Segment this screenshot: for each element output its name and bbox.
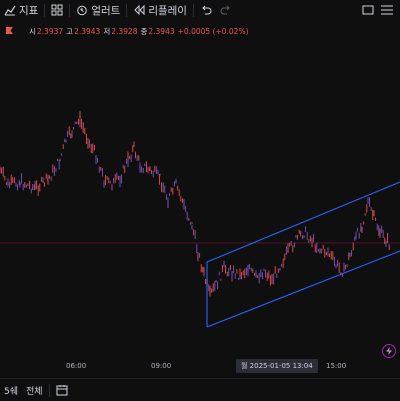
price-chart[interactable] bbox=[0, 40, 400, 358]
time-tick: 09:00 bbox=[151, 362, 172, 370]
channel-upper-line[interactable] bbox=[206, 181, 400, 263]
time-axis[interactable]: 06:00 09:00 15:00 bbox=[0, 358, 400, 376]
flag-icon[interactable] bbox=[4, 26, 14, 36]
redo-icon bbox=[220, 4, 232, 16]
layout-button[interactable] bbox=[47, 0, 67, 20]
alert-label: 얼러트 bbox=[91, 4, 121, 17]
toolbar-divider bbox=[69, 3, 71, 17]
time-tick: 06:00 bbox=[66, 362, 87, 370]
ohlc-legend: 시 2.3937 고 2.3943 저 2.3928 종 2.3943 +0.0005 … bbox=[0, 22, 249, 40]
low-label: 저 bbox=[103, 26, 111, 36]
bottom-bar: 5쉐 전체 bbox=[0, 378, 400, 401]
grid-icon bbox=[51, 4, 63, 16]
all-range-button[interactable]: 전체 bbox=[22, 384, 47, 397]
close-value: 2.3943 bbox=[148, 26, 175, 36]
redo-button[interactable] bbox=[216, 0, 236, 20]
replay-button[interactable]: 리플레이 bbox=[129, 0, 191, 20]
indicators-label: 지표 bbox=[19, 4, 39, 17]
alert-button[interactable]: 얼러트 bbox=[72, 0, 124, 20]
toolbar-divider bbox=[126, 3, 128, 17]
toolbar-divider bbox=[48, 383, 50, 397]
rewind-icon bbox=[133, 4, 145, 16]
time-tick: 15:00 bbox=[326, 362, 347, 370]
low-value: 2.3928 bbox=[111, 26, 138, 36]
menu-icon[interactable] bbox=[380, 4, 394, 16]
replay-label: 리플레이 bbox=[148, 4, 187, 17]
alarm-clock-icon bbox=[76, 4, 88, 16]
price-bars bbox=[0, 111, 390, 297]
rectangle-icon[interactable] bbox=[362, 4, 374, 16]
channel-lower-line[interactable] bbox=[206, 250, 400, 328]
lightning-icon[interactable] bbox=[382, 344, 396, 358]
right-tools bbox=[362, 0, 400, 20]
undo-button[interactable] bbox=[196, 0, 216, 20]
close-label: 종 bbox=[140, 26, 148, 36]
open-value: 2.3937 bbox=[36, 26, 64, 36]
indicators-icon bbox=[4, 4, 16, 16]
indicators-button[interactable]: 지표 bbox=[0, 0, 42, 20]
high-label: 고 bbox=[66, 26, 74, 36]
top-toolbar: 지표 얼러트 리플레이 bbox=[0, 0, 400, 20]
high-value: 2.3943 bbox=[74, 26, 101, 36]
toolbar-divider bbox=[192, 3, 194, 17]
crosshair-time-label: 월 2025-01-05 13:04 bbox=[236, 359, 318, 373]
timeframe-button[interactable]: 5쉐 bbox=[0, 384, 22, 397]
undo-icon bbox=[200, 4, 212, 16]
calendar-icon[interactable] bbox=[52, 384, 72, 396]
toolbar-divider bbox=[44, 3, 46, 17]
change-value: +0.0005 (+0.02%) bbox=[177, 26, 249, 36]
open-label: 시 bbox=[29, 26, 36, 36]
